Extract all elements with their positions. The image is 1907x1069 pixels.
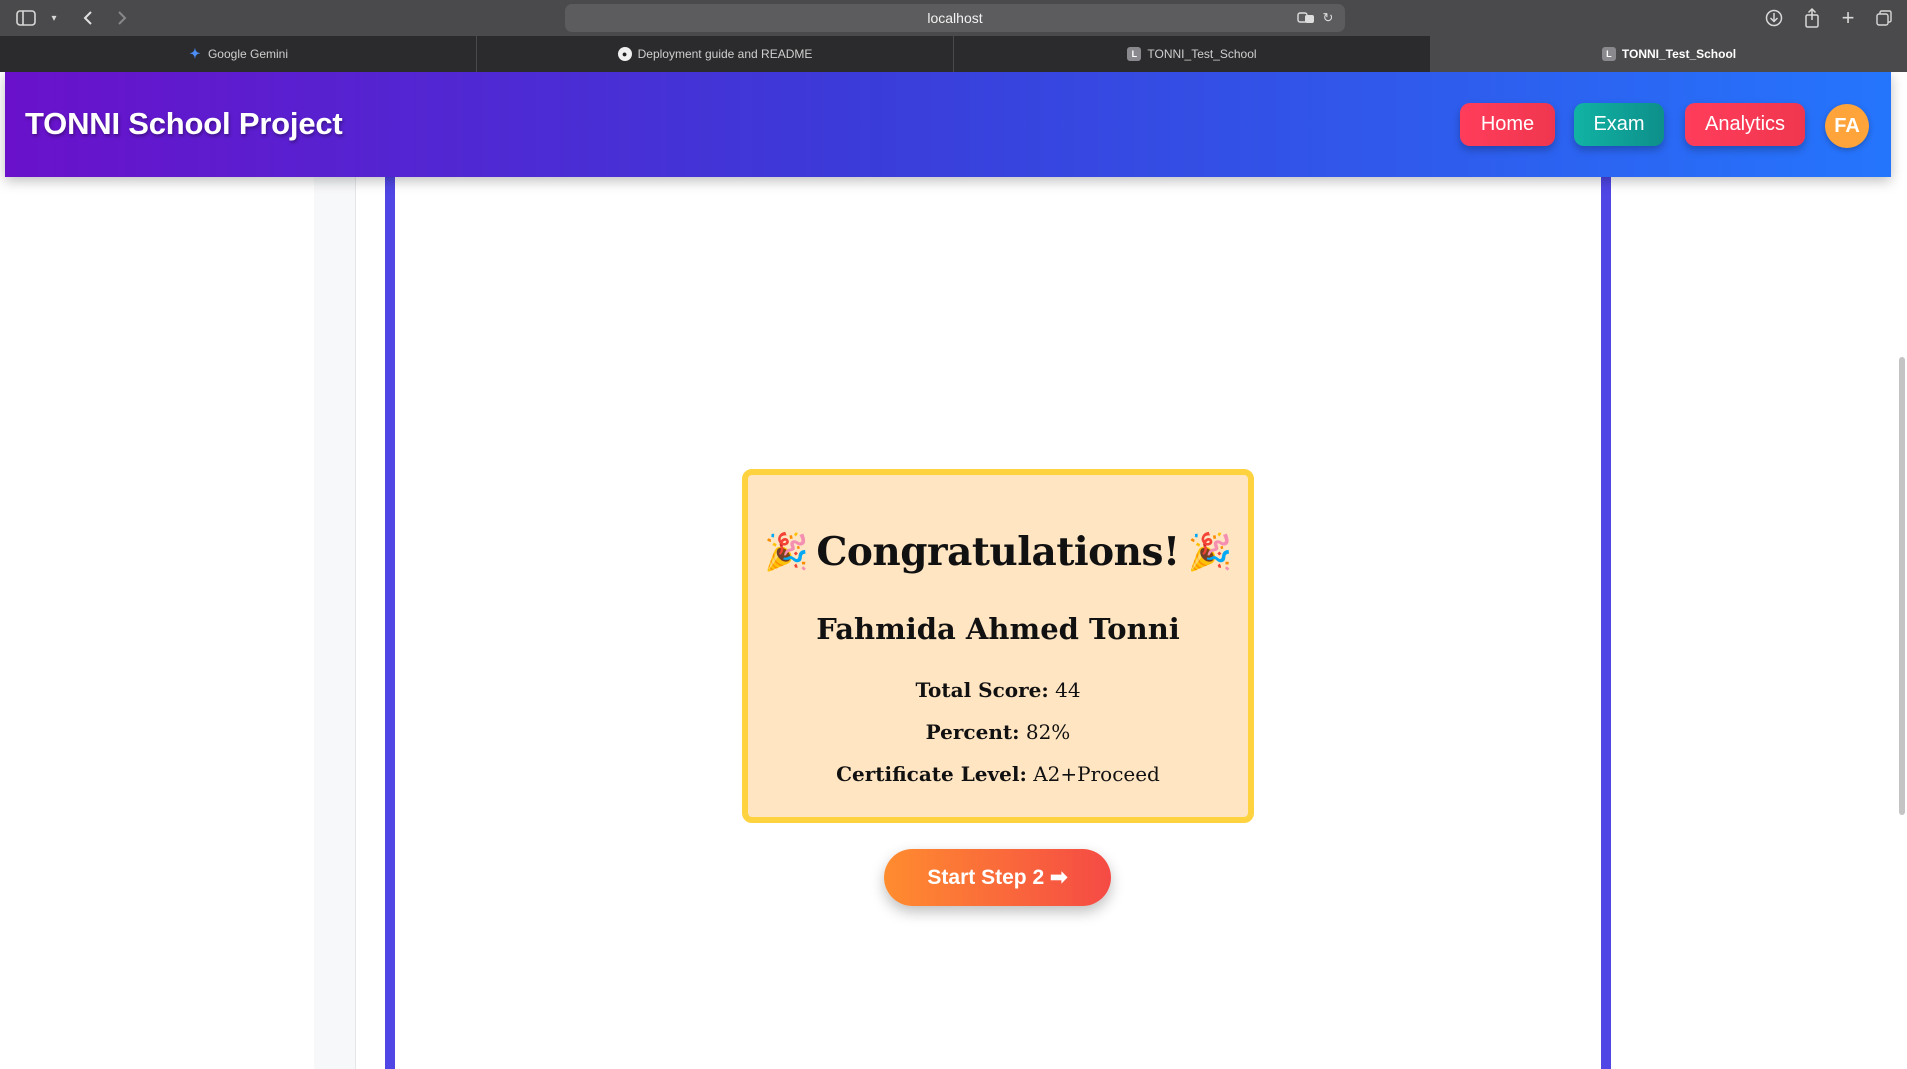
brand-title[interactable]: TONNI School Project (25, 106, 343, 142)
letter-l-icon: L (1601, 47, 1616, 61)
percent-value: 82% (1025, 720, 1071, 744)
start-step-2-button[interactable]: Start Step 2 ➡ (884, 849, 1111, 906)
party-popper-icon: 🎉 (1187, 532, 1233, 573)
scrollbar-thumb[interactable] (1899, 357, 1905, 815)
tab-deployment-guide[interactable]: ● Deployment guide and README (477, 36, 954, 72)
certificate-level-line: Certificate Level: A2+Proceed (748, 762, 1248, 786)
reload-icon[interactable]: ↻ (1319, 9, 1337, 27)
side-gutter (314, 72, 356, 1069)
address-bar[interactable]: localhost ↻ (565, 4, 1345, 32)
heading-text: Congratulations! (816, 529, 1180, 575)
percent-label: Percent: (925, 720, 1020, 744)
certificate-level-label: Certificate Level: (836, 762, 1027, 786)
github-icon: ● (617, 47, 632, 61)
analytics-button[interactable]: Analytics (1685, 103, 1805, 146)
party-popper-icon: 🎉 (764, 532, 809, 573)
tab-google-gemini[interactable]: ✦ Google Gemini (0, 36, 477, 72)
share-icon[interactable] (1800, 6, 1824, 30)
tab-label: TONNI_Test_School (1621, 47, 1737, 61)
home-button[interactable]: Home (1460, 103, 1555, 146)
tab-tonni-test-school[interactable]: L TONNI_Test_School (954, 36, 1431, 72)
forward-icon[interactable] (110, 6, 134, 30)
avatar[interactable]: FA (1825, 104, 1869, 148)
tab-label: Google Gemini (207, 47, 289, 61)
percent-line: Percent: 82% (748, 720, 1248, 744)
total-score-value: 44 (1055, 678, 1081, 702)
page: TONNI School Project Home Exam Analytics… (0, 72, 1907, 1069)
tab-label: Deployment guide and README (637, 47, 813, 61)
congratulations-heading: 🎉 Congratulations! 🎉 (748, 529, 1248, 575)
tab-strip: ✦ Google Gemini ● Deployment guide and R… (0, 36, 1907, 72)
download-icon[interactable] (1762, 6, 1786, 30)
total-score-label: Total Score: (915, 678, 1049, 702)
letter-l-icon: L (1127, 47, 1142, 61)
tab-tonni-test-school-active[interactable]: L TONNI_Test_School (1431, 36, 1907, 72)
top-navbar: TONNI School Project Home Exam Analytics… (5, 72, 1891, 177)
certificate-card: 🎉 Congratulations! 🎉 Fahmida Ahmed Tonni… (742, 469, 1254, 823)
tab-overview-icon[interactable] (1872, 6, 1896, 30)
tab-label: TONNI_Test_School (1147, 47, 1257, 61)
student-name: Fahmida Ahmed Tonni (816, 612, 1180, 646)
back-icon[interactable] (76, 6, 100, 30)
chevron-down-icon[interactable]: ▾ (42, 6, 66, 30)
browser-toolbar: ▾ localhost ↻ + (0, 0, 1907, 36)
address-text: localhost (927, 10, 983, 26)
exam-button[interactable]: Exam (1574, 103, 1664, 146)
certificate-level-value: A2+Proceed (1033, 762, 1160, 786)
sidebar-toggle-icon[interactable] (14, 6, 38, 30)
gemini-icon: ✦ (189, 46, 201, 61)
translate-icon[interactable] (1297, 9, 1315, 27)
new-tab-icon[interactable]: + (1836, 5, 1860, 30)
total-score-line: Total Score: 44 (748, 678, 1248, 702)
